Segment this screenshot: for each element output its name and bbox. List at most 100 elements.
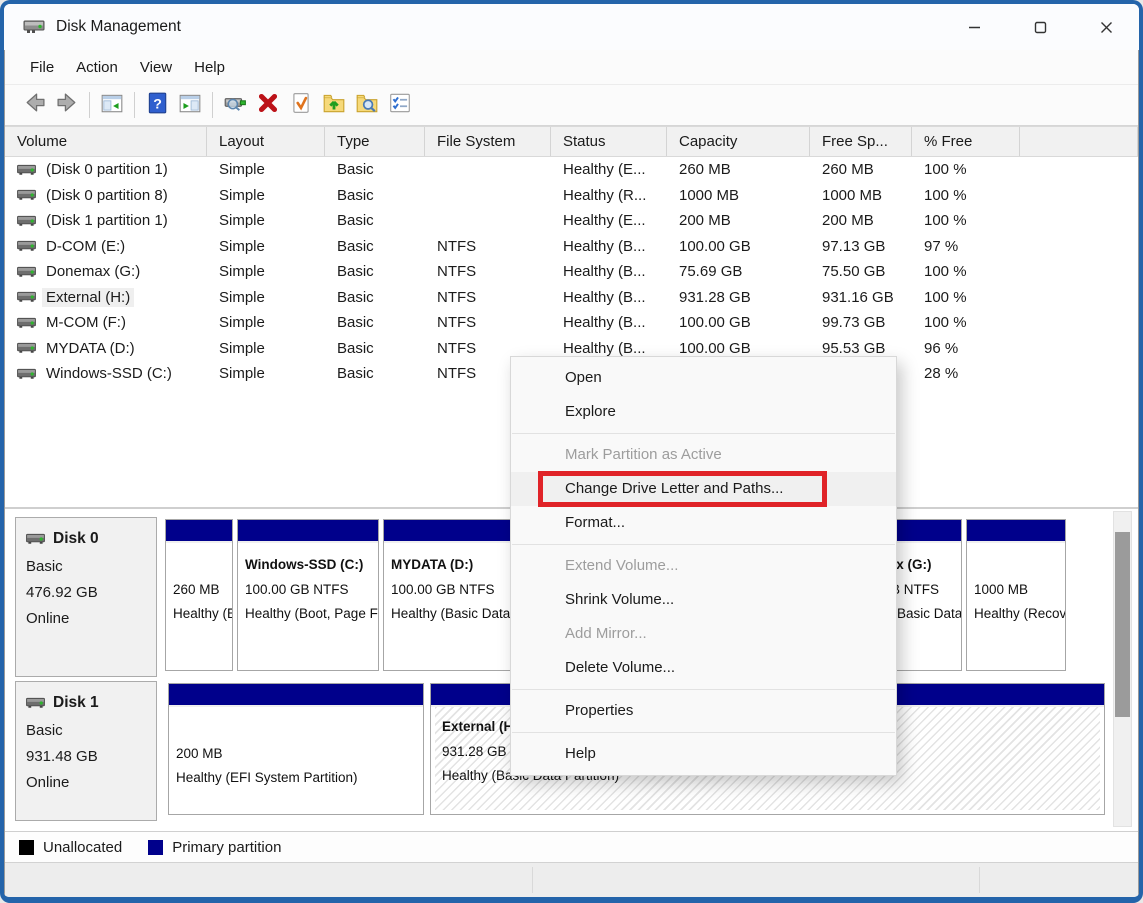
column-header-type[interactable]: Type [325, 127, 425, 156]
percent-free-cell: 100 % [912, 310, 1020, 336]
menu-item-properties[interactable]: Properties [511, 694, 896, 728]
folder-search-button[interactable] [352, 90, 382, 120]
column-header-volume[interactable]: Volume [5, 127, 207, 156]
type-cell: Basic [325, 259, 425, 285]
caption-buttons [941, 4, 1139, 50]
file-system-cell: NTFS [425, 234, 551, 260]
forward-button[interactable] [52, 90, 82, 120]
menubar-item-file[interactable]: File [19, 55, 65, 80]
partition-type-bar [384, 520, 524, 543]
rescan-disks-icon [223, 91, 247, 120]
toolbar-separator [89, 92, 90, 118]
menubar-item-help[interactable]: Help [183, 55, 236, 80]
svg-text:?: ? [153, 96, 162, 112]
layout-cell: Simple [207, 361, 325, 387]
table-row[interactable]: (Disk 0 partition 8)SimpleBasicHealthy (… [5, 183, 1138, 209]
partition-type-bar [967, 520, 1065, 543]
column-header-free[interactable]: % Free [912, 127, 1020, 156]
column-header-free-sp[interactable]: Free Sp... [810, 127, 912, 156]
title-bar: Disk Management [4, 4, 1139, 50]
folder-upload-button[interactable] [319, 90, 349, 120]
disk-detail-line: Online [26, 606, 146, 632]
file-system-cell: NTFS [425, 259, 551, 285]
status-cell: Healthy (B... [551, 285, 667, 311]
table-row[interactable]: (Disk 1 partition 1)SimpleBasicHealthy (… [5, 208, 1138, 234]
menu-item-help[interactable]: Help [511, 737, 896, 771]
table-row[interactable]: Donemax (G:)SimpleBasicNTFSHealthy (B...… [5, 259, 1138, 285]
volume-name: (Disk 0 partition 8) [42, 186, 172, 205]
drive-icon [17, 189, 42, 201]
drive-icon [17, 368, 42, 380]
table-row[interactable]: External (H:)SimpleBasicNTFSHealthy (B..… [5, 285, 1138, 311]
menu-separator [512, 732, 895, 733]
disk-detail-line: 476.92 GB [26, 580, 146, 606]
table-row[interactable]: M-COM (F:)SimpleBasicNTFSHealthy (B...10… [5, 310, 1138, 336]
file-system-cell: NTFS [425, 285, 551, 311]
check-document-button[interactable] [286, 90, 316, 120]
legend-item-unallocated: Unallocated [19, 839, 122, 856]
menu-item-format[interactable]: Format... [511, 506, 896, 540]
folder-search-icon [355, 91, 379, 120]
free-space-cell: 1000 MB [810, 183, 912, 209]
back-button[interactable] [19, 90, 49, 120]
maximize-button[interactable] [1007, 4, 1073, 50]
blank-cell [1020, 361, 1138, 387]
layout-cell: Simple [207, 183, 325, 209]
volume-name: External (H:) [42, 288, 134, 307]
partition-block[interactable]: Windows-SSD (C:)100.00 GB NTFSHealthy (B… [237, 519, 379, 671]
type-cell: Basic [325, 361, 425, 387]
volume-name: MYDATA (D:) [42, 339, 139, 358]
volume-cell: MYDATA (D:) [5, 336, 207, 362]
disk-info-panel[interactable]: Disk 0Basic476.92 GBOnline [15, 517, 157, 677]
blank-cell [1020, 336, 1138, 362]
file-system-cell [425, 208, 551, 234]
partition-block[interactable]: MYDATA (D:)100.00 GB NTFSHealthy (Basic … [383, 519, 525, 671]
checklist-button[interactable] [385, 90, 415, 120]
toolbar-separator [134, 92, 135, 118]
partition-block[interactable]: 200 MBHealthy (EFI System Partition) [168, 683, 424, 815]
menu-item-open[interactable]: Open [511, 361, 896, 395]
partition-size-line: 260 MB [173, 578, 225, 603]
column-header-file-system[interactable]: File System [425, 127, 551, 156]
menu-item-change-drive-letter-and-paths[interactable]: Change Drive Letter and Paths... [511, 472, 896, 506]
checklist-icon [388, 91, 412, 120]
partition-block[interactable]: 260 MBHealthy (EFI System Partition) [165, 519, 233, 671]
disk-detail-line: Online [26, 770, 146, 796]
percent-free-cell: 100 % [912, 285, 1020, 311]
menu-item-shrink-volume[interactable]: Shrink Volume... [511, 583, 896, 617]
disk-info-panel[interactable]: Disk 1Basic931.48 GBOnline [15, 681, 157, 821]
partition-block[interactable]: 1000 MBHealthy (Recovery Partition) [966, 519, 1066, 671]
column-header-layout[interactable]: Layout [207, 127, 325, 156]
drive-icon [17, 342, 42, 354]
table-row[interactable]: D-COM (E:)SimpleBasicNTFSHealthy (B...10… [5, 234, 1138, 260]
volume-name: Windows-SSD (C:) [42, 364, 176, 383]
percent-free-cell: 97 % [912, 234, 1020, 260]
layout-cell: Simple [207, 310, 325, 336]
table-row[interactable]: (Disk 0 partition 1)SimpleBasicHealthy (… [5, 157, 1138, 183]
minimize-button[interactable] [941, 4, 1007, 50]
status-cell: Healthy (B... [551, 310, 667, 336]
help-button[interactable]: ? [142, 90, 172, 120]
volume-name: D-COM (E:) [42, 237, 129, 256]
partition-status-line: Healthy (EFI System Partition) [176, 766, 416, 791]
menubar-item-action[interactable]: Action [65, 55, 129, 80]
blank-cell [1020, 183, 1138, 209]
window-title: Disk Management [56, 18, 181, 36]
show-console-tree-button[interactable] [97, 90, 127, 120]
percent-free-cell: 28 % [912, 361, 1020, 387]
menu-item-explore[interactable]: Explore [511, 395, 896, 429]
menu-item-delete-volume[interactable]: Delete Volume... [511, 651, 896, 685]
partition-text: MYDATA (D:)100.00 GB NTFSHealthy (Basic … [384, 543, 524, 627]
volume-name: M-COM (F:) [42, 313, 130, 332]
menubar-item-view[interactable]: View [129, 55, 183, 80]
legend-label: Primary partition [172, 839, 281, 856]
delete-button[interactable] [253, 90, 283, 120]
menu-item-mark-partition-as-active: Mark Partition as Active [511, 438, 896, 472]
column-header-capacity[interactable]: Capacity [667, 127, 810, 156]
column-header-status[interactable]: Status [551, 127, 667, 156]
show-action-pane-button[interactable] [175, 90, 205, 120]
layout-cell: Simple [207, 157, 325, 183]
close-button[interactable] [1073, 4, 1139, 50]
partition-title: MYDATA (D:) [391, 553, 517, 578]
rescan-disks-button[interactable] [220, 90, 250, 120]
